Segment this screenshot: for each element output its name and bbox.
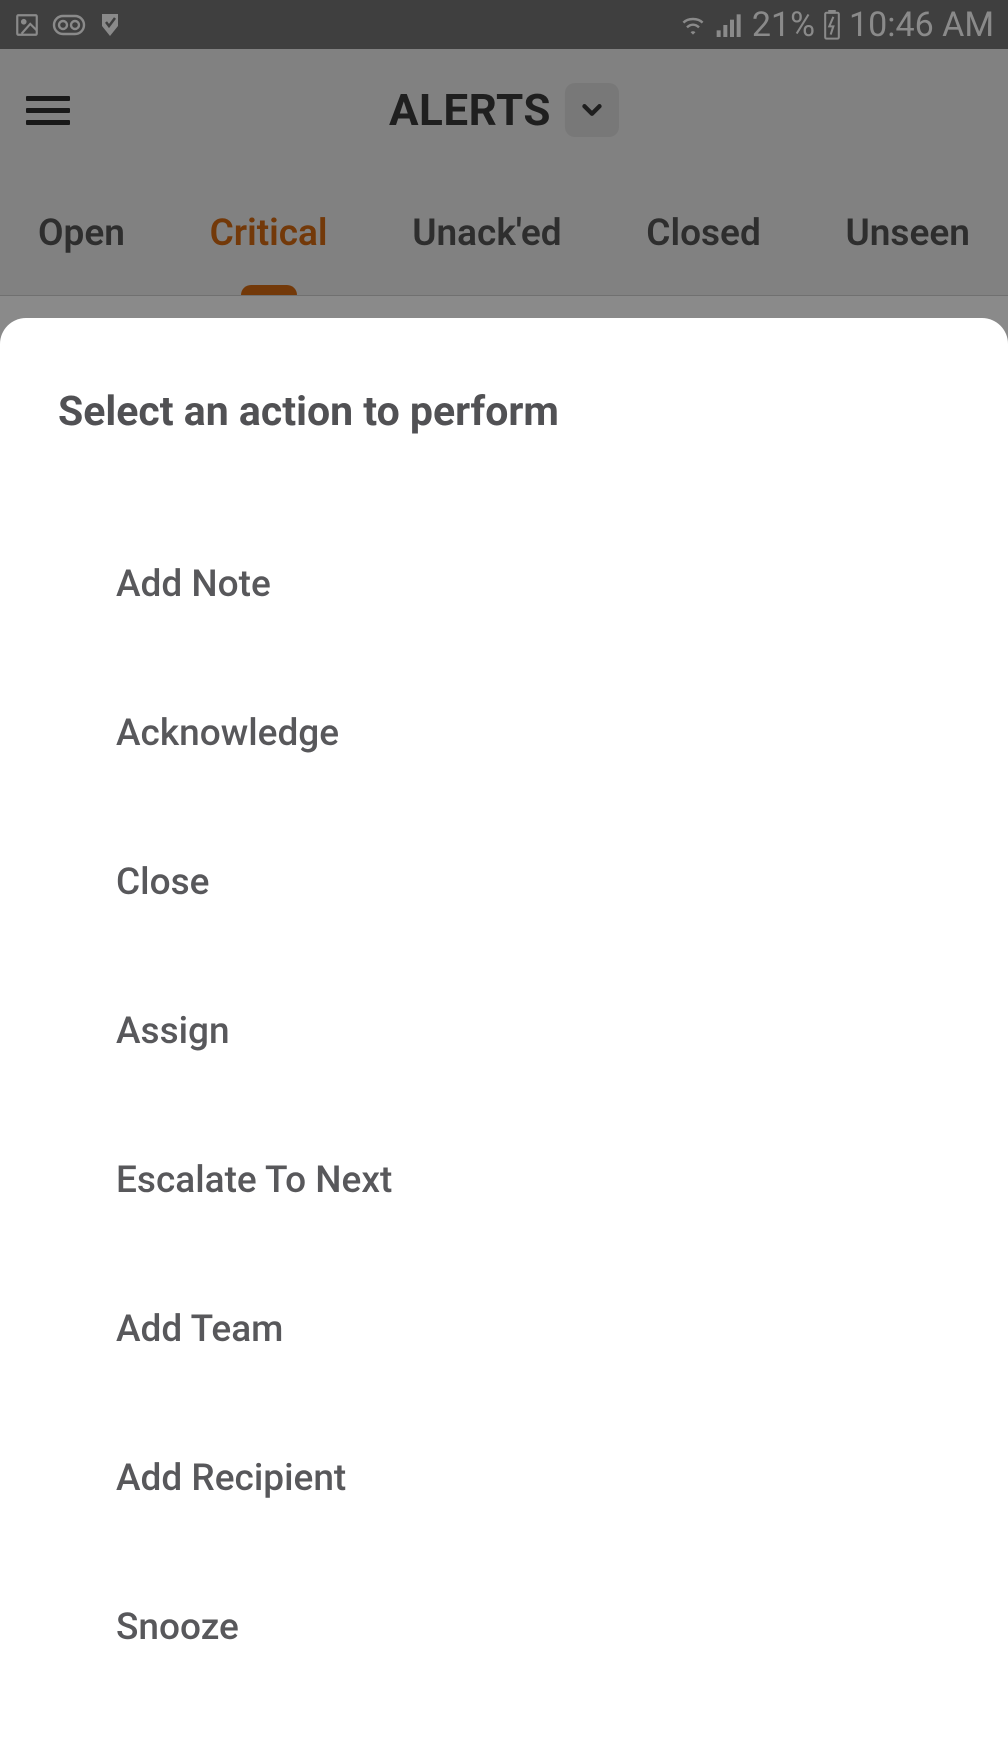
page-title: ALERTS [389, 84, 551, 136]
sheet-title: Select an action to perform [58, 388, 950, 436]
tab-label: Unseen [845, 212, 969, 255]
title-dropdown[interactable]: ALERTS [389, 83, 619, 137]
action-assign[interactable]: Assign [58, 957, 950, 1106]
tab-critical[interactable]: Critical [192, 212, 346, 255]
action-label: Assign [116, 1010, 230, 1053]
tab-unseen[interactable]: Unseen [827, 212, 987, 255]
tab-indicator [241, 285, 297, 295]
tab-label: Unack'ed [412, 212, 561, 255]
signal-icon [716, 13, 744, 37]
action-label: Add Recipient [116, 1457, 346, 1500]
action-label: Snooze [116, 1606, 239, 1649]
wifi-icon [678, 13, 708, 37]
action-add-note[interactable]: Add Note [58, 510, 950, 659]
app-bar: ALERTS [0, 49, 1008, 171]
action-delete[interactable]: Delete [58, 1702, 950, 1754]
action-add-recipient[interactable]: Add Recipient [58, 1404, 950, 1553]
action-acknowledge[interactable]: Acknowledge [58, 659, 950, 808]
tab-unacked[interactable]: Unack'ed [394, 212, 579, 255]
action-add-team[interactable]: Add Team [58, 1255, 950, 1404]
battery-charging-icon [823, 10, 841, 40]
action-label: Acknowledge [116, 712, 339, 755]
action-close[interactable]: Close [58, 808, 950, 957]
image-icon [14, 12, 40, 38]
chevron-down-icon [565, 83, 619, 137]
action-sheet: Select an action to perform Add Note Ack… [0, 318, 1008, 1754]
tab-closed[interactable]: Closed [628, 212, 779, 255]
checkmark-icon [98, 12, 122, 38]
menu-button[interactable] [26, 96, 70, 125]
tab-label: Open [38, 212, 125, 255]
action-label: Add Note [116, 563, 271, 606]
sheet-list: Add Note Acknowledge Close Assign Escala… [58, 510, 950, 1754]
voicemail-icon [52, 14, 86, 36]
tab-open[interactable]: Open [20, 212, 143, 255]
action-label: Close [116, 861, 209, 904]
status-bar: 21% 10:46 AM [0, 0, 1008, 49]
battery-percent: 21% [752, 5, 815, 45]
action-label: Add Team [116, 1308, 283, 1351]
action-label: Escalate To Next [116, 1159, 392, 1202]
tab-bar: Open Critical Unack'ed Closed Unseen [0, 171, 1008, 296]
action-snooze[interactable]: Snooze [58, 1553, 950, 1702]
tab-label: Critical [210, 212, 328, 255]
clock-time: 10:46 AM [849, 5, 994, 45]
tab-label: Closed [646, 212, 761, 255]
action-escalate[interactable]: Escalate To Next [58, 1106, 950, 1255]
